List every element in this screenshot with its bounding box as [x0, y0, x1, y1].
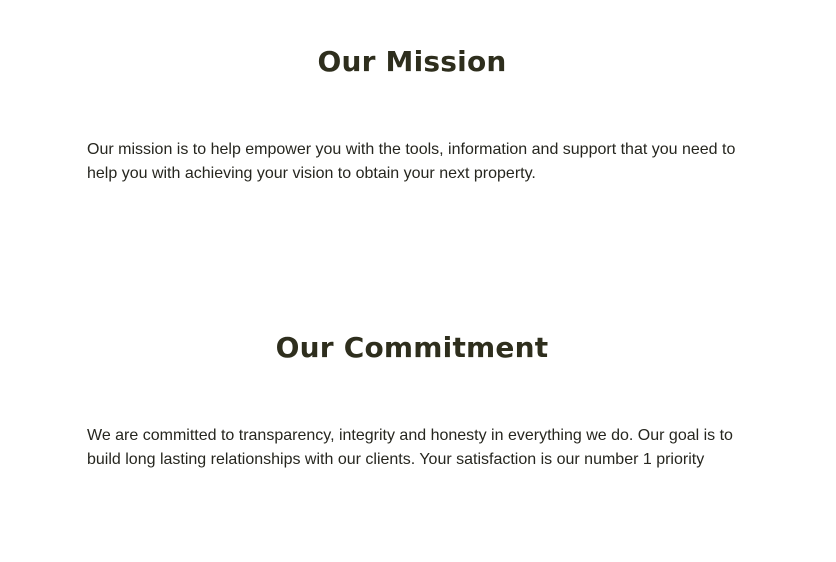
- commitment-paragraph: We are committed to transparency, integr…: [87, 427, 733, 468]
- commitment-heading: Our Commitment: [275, 331, 549, 364]
- commitment-section: Our Commitment We are committed to trans…: [87, 330, 737, 472]
- mission-section: Our Mission Our mission is to help empow…: [87, 44, 737, 186]
- mission-paragraph: Our mission is to help empower you with …: [87, 141, 736, 182]
- mission-heading: Our Mission: [317, 45, 507, 78]
